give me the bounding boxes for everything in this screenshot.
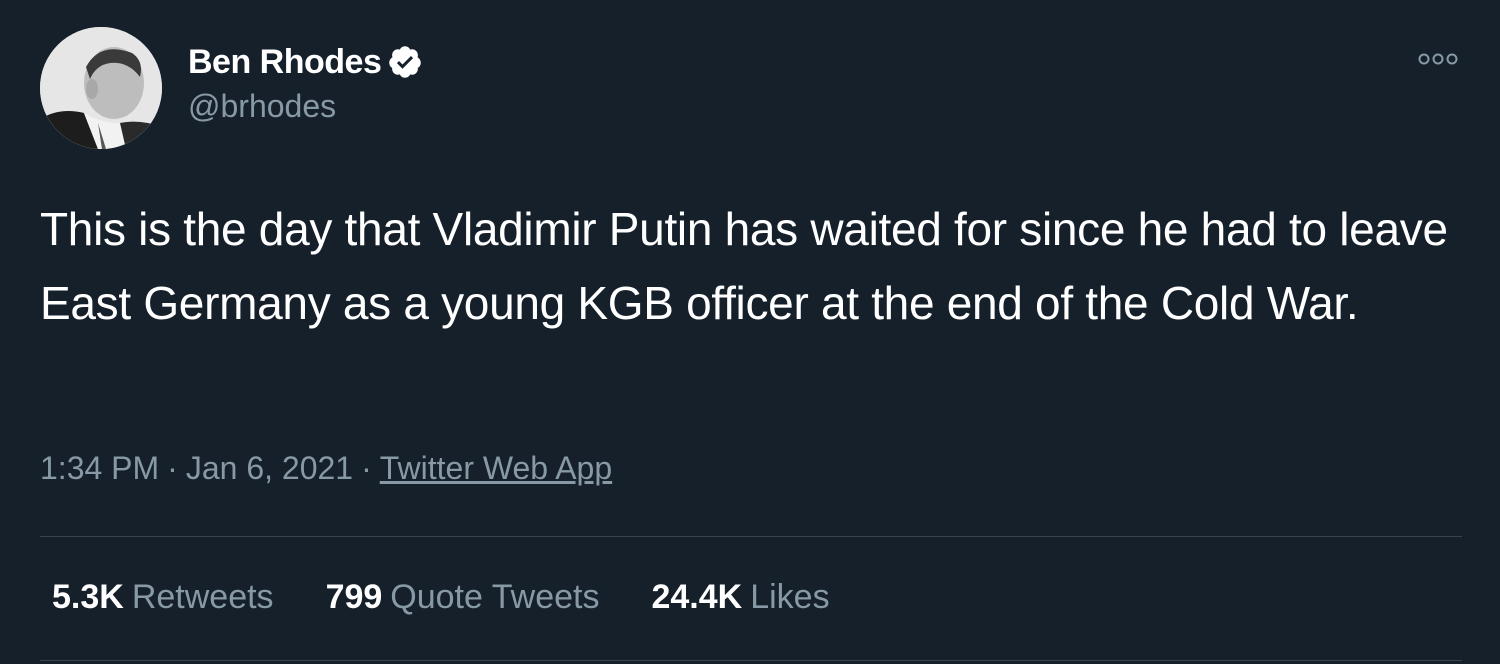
retweets-stat[interactable]: 5.3K Retweets (52, 578, 274, 617)
user-photo-icon (40, 27, 162, 149)
divider (40, 660, 1462, 661)
tweet-stats: 5.3K Retweets 799 Quote Tweets 24.4K Likes (52, 578, 882, 617)
quote-tweets-count: 799 (325, 578, 383, 616)
tweet-text: This is the day that Vladimir Putin has … (40, 203, 1448, 329)
author-name-row: Ben Rhodes (188, 40, 423, 84)
tweet-date[interactable]: Jan 6, 2021 (186, 450, 353, 486)
verified-badge-icon (387, 44, 423, 80)
author-handle[interactable]: @brhodes (188, 88, 336, 125)
quote-tweets-label: Quote Tweets (390, 578, 600, 616)
tweet-time[interactable]: 1:34 PM (40, 450, 159, 486)
tweet-meta: 1:34 PM · Jan 6, 2021 · Twitter Web App (40, 450, 612, 487)
author-display-name[interactable]: Ben Rhodes (188, 43, 382, 82)
likes-stat[interactable]: 24.4K Likes (651, 578, 829, 617)
retweets-count: 5.3K (52, 578, 124, 616)
more-options-icon[interactable] (1416, 48, 1460, 70)
quote-tweets-stat[interactable]: 799 Quote Tweets (326, 578, 600, 617)
tweet-source-link[interactable]: Twitter Web App (380, 450, 612, 486)
tweet-card: Ben Rhodes @brhodes This is the day that… (0, 0, 1500, 664)
divider (40, 536, 1462, 537)
meta-separator: · (167, 450, 178, 486)
avatar[interactable] (40, 27, 162, 149)
retweets-label: Retweets (131, 578, 274, 616)
likes-count: 24.4K (651, 578, 743, 616)
likes-label: Likes (750, 578, 830, 616)
meta-separator: · (361, 450, 372, 486)
